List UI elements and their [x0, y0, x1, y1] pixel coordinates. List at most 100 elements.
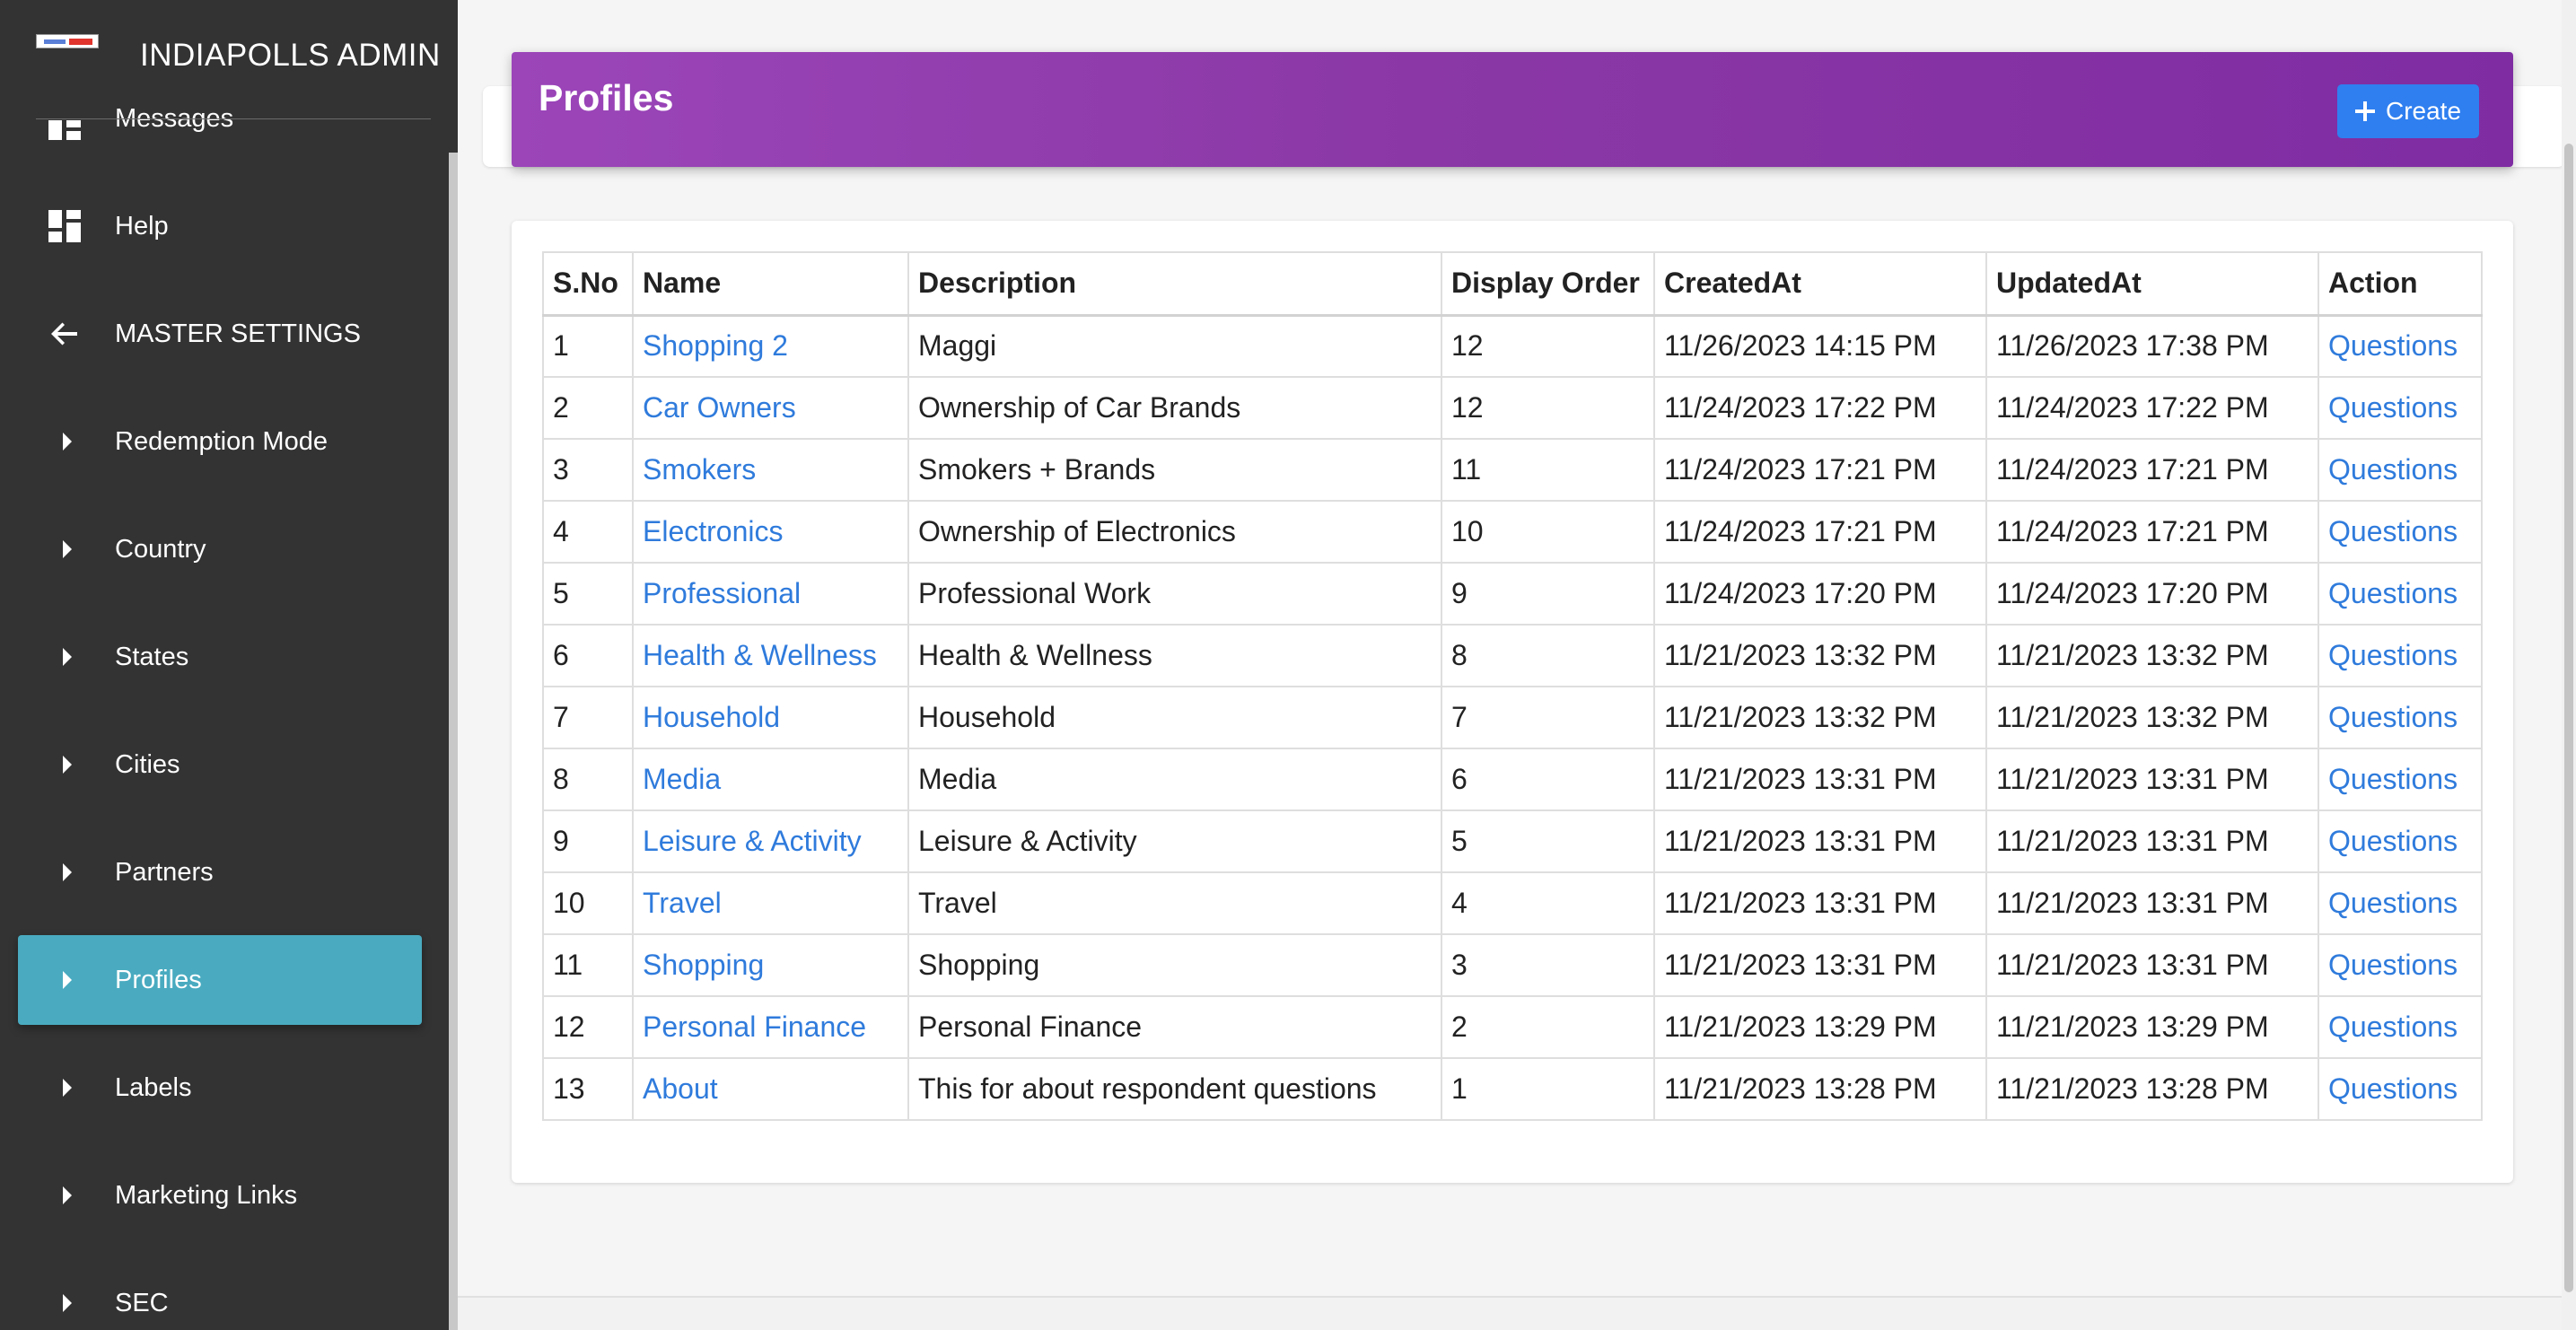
sidebar-scrollbar[interactable]: [449, 153, 458, 1330]
profile-name-link[interactable]: Shopping: [643, 949, 764, 981]
table-cell: 8: [542, 748, 634, 811]
cell-created-at: 11/21/2023 13:31 PM: [1664, 825, 1937, 857]
table-cell: 1: [1441, 1057, 1655, 1121]
table-cell: Questions: [2318, 562, 2483, 626]
cell-display-order: 11: [1451, 453, 1482, 486]
arrow-left-icon: [51, 322, 77, 346]
sidebar-item-states[interactable]: States: [18, 612, 422, 702]
questions-link[interactable]: Questions: [2328, 453, 2458, 486]
cell-display-order: 7: [1451, 701, 1468, 733]
dashboard-icon: [48, 210, 81, 242]
questions-link[interactable]: Questions: [2328, 701, 2458, 733]
sidebar-item-labels[interactable]: Labels: [18, 1043, 422, 1133]
cell-description: Maggi: [918, 329, 997, 363]
sidebar-item-sec[interactable]: SEC: [18, 1258, 422, 1330]
cell-sno: 8: [553, 763, 569, 795]
sidebar-item-country[interactable]: Country: [18, 504, 422, 594]
cell-sno: 6: [553, 639, 569, 671]
questions-link[interactable]: Questions: [2328, 391, 2458, 424]
table-cell: 2: [542, 376, 634, 440]
profile-name-link[interactable]: Shopping 2: [643, 329, 788, 362]
sidebar-item-label: Redemption Mode: [115, 427, 328, 456]
main-content: Profiles Create S.No Name Description Di…: [458, 0, 2576, 1330]
profile-name-link[interactable]: Leisure & Activity: [643, 825, 862, 857]
table-cell: 12: [542, 995, 634, 1059]
questions-link[interactable]: Questions: [2328, 949, 2458, 981]
table-row: 5 Professional Professional Work 9 11/24/202…: [542, 562, 2483, 626]
sidebar-item-help[interactable]: Help: [18, 181, 422, 271]
table-cell: Household: [632, 686, 909, 749]
sidebar-item-marketing-links[interactable]: Marketing Links: [18, 1151, 422, 1240]
table-cell: Questions: [2318, 376, 2483, 440]
table-cell: Personal Finance: [632, 995, 909, 1059]
profiles-table-card: S.No Name Description Display Order Crea…: [512, 221, 2513, 1183]
questions-link[interactable]: Questions: [2328, 887, 2458, 919]
sidebar-item-partners[interactable]: Partners: [18, 827, 422, 917]
sidebar-item-label: Profiles: [115, 966, 202, 994]
table-cell: 11/21/2023 13:31 PM: [1653, 748, 1987, 811]
page-title: Profiles: [539, 77, 674, 118]
sidebar-item-label: MASTER SETTINGS: [115, 319, 361, 348]
cell-created-at: 11/21/2023 13:29 PM: [1664, 1011, 1937, 1043]
questions-link[interactable]: Questions: [2328, 763, 2458, 795]
sidebar-item-master-settings[interactable]: MASTER SETTINGS: [18, 289, 422, 379]
table-cell: Questions: [2318, 624, 2483, 687]
cell-sno: 11: [553, 949, 583, 981]
questions-link[interactable]: Questions: [2328, 329, 2458, 362]
questions-link[interactable]: Questions: [2328, 825, 2458, 857]
questions-link[interactable]: Questions: [2328, 1011, 2458, 1043]
profiles-table: S.No Name Description Display Order Crea…: [542, 251, 2483, 1121]
table-cell: Questions: [2318, 314, 2483, 378]
column-header-name: Name: [632, 251, 909, 317]
page-scrollbar[interactable]: [2562, 0, 2576, 1330]
profile-name-link[interactable]: Electronics: [643, 515, 784, 547]
column-header-sno: S.No: [542, 251, 634, 317]
create-button[interactable]: Create: [2337, 84, 2479, 138]
table-cell: 11/21/2023 13:31 PM: [1985, 933, 2319, 997]
table-row: 13 About This for about respondent questio…: [542, 1057, 2483, 1121]
cell-display-order: 4: [1451, 887, 1468, 919]
sidebar: INDIAPOLLS ADMIN Messages Help MASTER SE…: [0, 0, 458, 1330]
table-cell: Questions: [2318, 809, 2483, 873]
table-cell: 11/21/2023 13:32 PM: [1653, 624, 1987, 687]
cell-updated-at: 11/24/2023 17:21 PM: [1996, 453, 2269, 486]
sidebar-item-redemption-mode[interactable]: Redemption Mode: [18, 397, 422, 486]
profile-name-link[interactable]: Travel: [643, 887, 722, 919]
cell-updated-at: 11/24/2023 17:22 PM: [1996, 391, 2269, 424]
table-cell: Questions: [2318, 500, 2483, 564]
profile-name-link[interactable]: Smokers: [643, 453, 756, 486]
profile-name-link[interactable]: Household: [643, 701, 780, 733]
cell-updated-at: 11/21/2023 13:32 PM: [1996, 701, 2269, 733]
table-cell: 3: [542, 438, 634, 502]
questions-link[interactable]: Questions: [2328, 1072, 2458, 1105]
profile-name-link[interactable]: Professional: [643, 577, 801, 609]
questions-link[interactable]: Questions: [2328, 577, 2458, 609]
table-cell: This for about respondent questions: [907, 1057, 1442, 1121]
table-cell: Personal Finance: [907, 995, 1442, 1059]
cell-sno: 4: [553, 515, 569, 547]
questions-link[interactable]: Questions: [2328, 639, 2458, 671]
questions-link[interactable]: Questions: [2328, 515, 2458, 547]
profile-name-link[interactable]: Health & Wellness: [643, 639, 877, 671]
page-scrollbar-thumb[interactable]: [2564, 144, 2573, 1292]
profile-name-link[interactable]: Personal Finance: [643, 1011, 866, 1043]
table-cell: Leisure & Activity: [632, 809, 909, 873]
cell-created-at: 11/24/2023 17:20 PM: [1664, 577, 1937, 609]
sidebar-item-cities[interactable]: Cities: [18, 720, 422, 809]
caret-right-icon: [63, 756, 72, 774]
profile-name-link[interactable]: Media: [643, 763, 721, 795]
caret-right-icon: [63, 1294, 72, 1312]
cell-sno: 12: [553, 1011, 585, 1043]
profile-name-link[interactable]: About: [643, 1072, 718, 1105]
cell-updated-at: 11/21/2023 13:31 PM: [1996, 887, 2269, 919]
cell-description: Ownership of Electronics: [918, 515, 1236, 547]
profile-name-link[interactable]: Car Owners: [643, 391, 796, 424]
column-header-updated-at: UpdatedAt: [1985, 251, 2319, 317]
table-cell: 11: [542, 933, 634, 997]
table-cell: 11/21/2023 13:31 PM: [1653, 809, 1987, 873]
page-header: Profiles Create: [512, 52, 2513, 167]
sidebar-item-profiles[interactable]: Profiles: [18, 935, 422, 1025]
table-cell: Questions: [2318, 438, 2483, 502]
table-row: 2 Car Owners Ownership of Car Brands 12 11/2…: [542, 376, 2483, 440]
table-cell: 6: [542, 624, 634, 687]
